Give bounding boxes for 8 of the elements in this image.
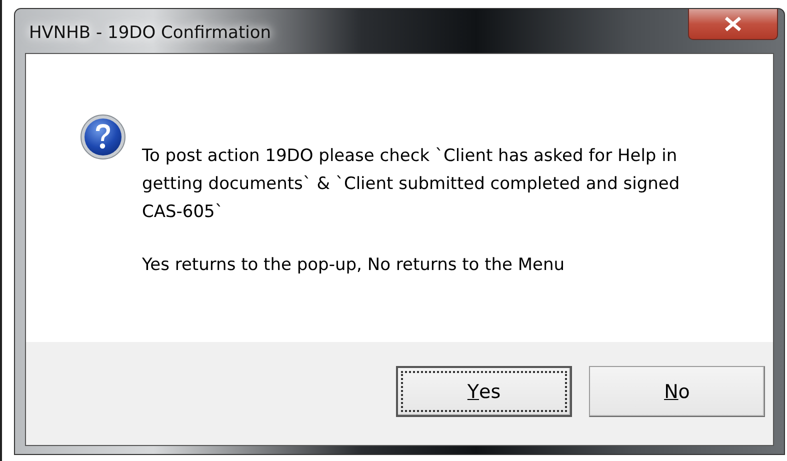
close-icon xyxy=(723,16,743,32)
close-button[interactable] xyxy=(688,9,778,40)
dialog-button[interactable]: Yes xyxy=(396,366,572,417)
dialog-button[interactable]: No xyxy=(589,366,765,417)
window-title: HVNHB - 19DO Confirmation xyxy=(29,23,272,43)
message-text: Yes returns to the pop-up, No returns to the Menu xyxy=(142,254,566,277)
message-text: To post action 19DO please check `Client has asked for Help in getting documents` & `Client submitted completed and signed CAS-605` xyxy=(142,145,681,224)
question-icon xyxy=(80,114,126,160)
